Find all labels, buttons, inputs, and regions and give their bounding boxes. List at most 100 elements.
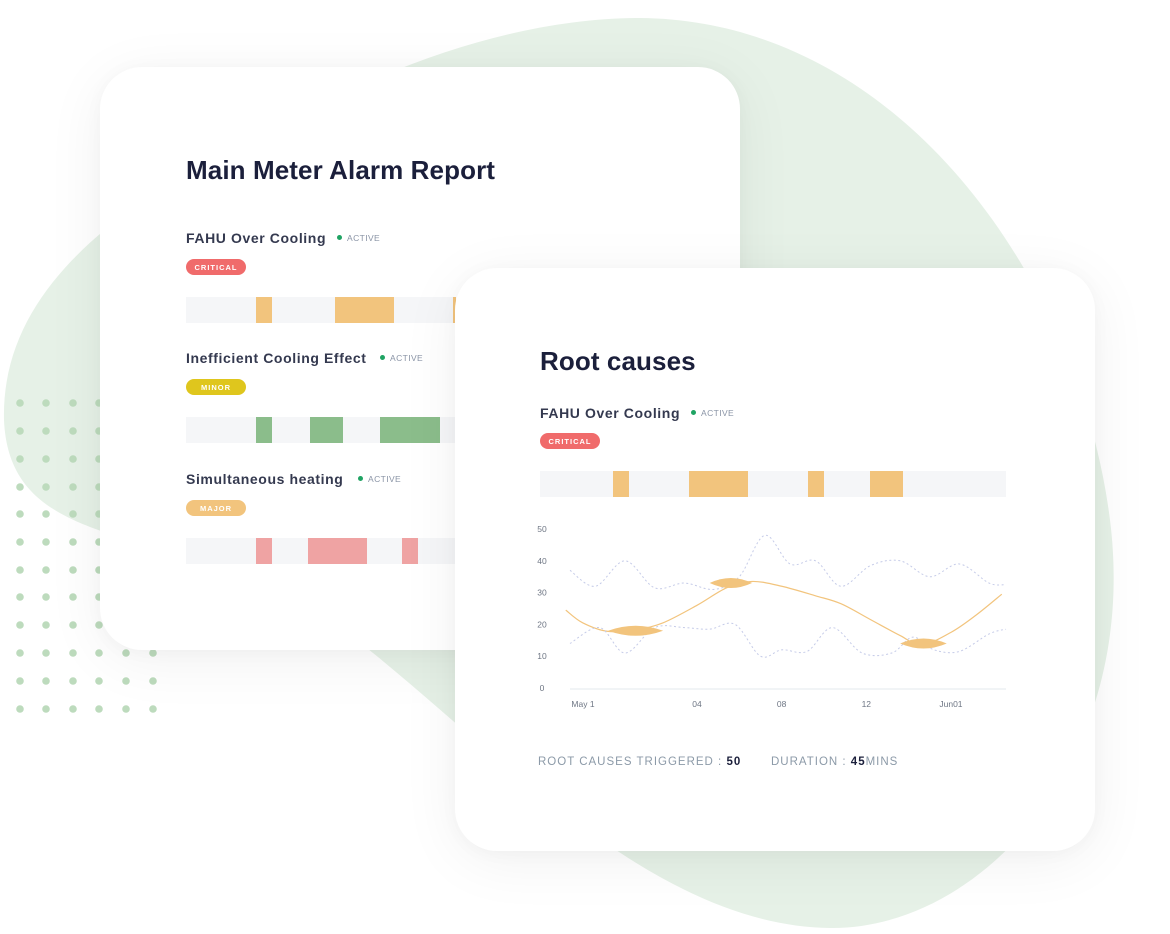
card-title: Root causes [540, 346, 696, 376]
alarm-name: FAHU Over Cooling [186, 230, 327, 246]
active-dot-icon [691, 410, 696, 415]
decorative-dot [69, 566, 77, 574]
root-causes-card: Root causes FAHU Over Cooling ACTIVE CRI… [455, 268, 1095, 851]
active-dot-icon [380, 355, 385, 360]
severity-badge: CRITICAL [540, 433, 600, 449]
anomaly-marker [608, 625, 664, 636]
decorative-dot [42, 677, 50, 685]
x-tick-label: 12 [862, 699, 872, 709]
severity-badge: MINOR [186, 379, 246, 395]
duration-label: DURATION : [771, 756, 851, 768]
status-label: ACTIVE [701, 408, 735, 418]
anomaly-marker [709, 578, 753, 589]
decorative-dot [16, 621, 24, 629]
decorative-dot [16, 399, 24, 407]
decorative-dot [42, 593, 50, 601]
decorative-dot [122, 677, 130, 685]
decorative-dot [69, 621, 77, 629]
decorative-dot [95, 677, 103, 685]
alarm-timeline[interactable] [186, 417, 456, 443]
y-tick-label: 10 [537, 651, 547, 661]
upper-bound-line [569, 534, 1007, 590]
decorative-dot [42, 399, 50, 407]
decorative-dot [16, 705, 24, 713]
decorative-dot [69, 538, 77, 546]
alarm-segment[interactable] [307, 538, 367, 564]
decorative-dot [122, 705, 130, 713]
decorative-dot [16, 427, 24, 435]
duration-stat: DURATION : 45MINS [771, 756, 898, 768]
status-indicator: ACTIVE [691, 408, 734, 418]
alarm-name: Simultaneous heating [186, 471, 344, 487]
decorative-dot [42, 621, 50, 629]
decorative-dot [95, 649, 103, 657]
decorative-dot [42, 510, 50, 518]
status-indicator: ACTIVE [337, 233, 380, 243]
decorative-dot [149, 677, 157, 685]
x-tick-label: 04 [692, 699, 702, 709]
decorative-dot [69, 649, 77, 657]
alarm-segment[interactable] [256, 417, 273, 443]
x-tick-label: Jun01 [939, 699, 962, 709]
decorative-dot [122, 649, 130, 657]
decorative-dot [69, 593, 77, 601]
duration-value: 45 [850, 756, 866, 768]
status-label: ACTIVE [390, 353, 424, 363]
severity-badge: CRITICAL [186, 259, 246, 275]
alarm-segment[interactable] [256, 538, 273, 564]
alarm-name: Inefficient Cooling Effect [186, 350, 367, 366]
duration-unit: MINS [865, 756, 899, 768]
alarm-timeline[interactable] [186, 297, 456, 323]
alarm-name: FAHU Over Cooling [540, 405, 681, 421]
decorative-dot [16, 566, 24, 574]
decorative-dot [42, 427, 50, 435]
root-cause-chart[interactable]: 0 10 20 30 40 50 May 1 04 08 12 Jun01 [530, 518, 1030, 728]
alarm-segment[interactable] [612, 471, 629, 497]
decorative-dot [69, 399, 77, 407]
alarm-segment[interactable] [808, 471, 825, 497]
status-label: ACTIVE [368, 474, 402, 484]
decorative-dot [16, 455, 24, 463]
alarm-segment[interactable] [256, 297, 273, 323]
decorative-dot [69, 677, 77, 685]
status-indicator: ACTIVE [358, 474, 401, 484]
decorative-dot [16, 510, 24, 518]
alarm-segment[interactable] [380, 417, 440, 443]
y-tick-label: 0 [540, 683, 545, 693]
active-dot-icon [358, 476, 363, 481]
decorative-dot [16, 593, 24, 601]
triggered-label: ROOT CAUSES TRIGGERED : [538, 756, 727, 768]
card-title: Main Meter Alarm Report [186, 155, 496, 185]
y-tick-label: 50 [537, 524, 547, 534]
decorative-dot [69, 455, 77, 463]
decorative-dot [69, 510, 77, 518]
alarm-segment[interactable] [869, 471, 904, 497]
decorative-dot [95, 705, 103, 713]
y-tick-label: 30 [537, 588, 547, 598]
alarm-segment[interactable] [689, 471, 748, 497]
alarm-timeline[interactable] [186, 538, 456, 564]
alarm-timeline[interactable] [540, 471, 1006, 497]
decorative-dot [16, 483, 24, 491]
decorative-dot [149, 705, 157, 713]
status-indicator: ACTIVE [380, 353, 423, 363]
alarm-segment[interactable] [402, 538, 419, 564]
decorative-dot [42, 649, 50, 657]
decorative-dot [16, 649, 24, 657]
decorative-dot [149, 649, 157, 657]
x-tick-label: May 1 [571, 699, 594, 709]
x-tick-label: 08 [777, 699, 787, 709]
active-dot-icon [337, 235, 342, 240]
decorative-dot [69, 483, 77, 491]
y-tick-label: 40 [537, 556, 547, 566]
status-label: ACTIVE [347, 233, 381, 243]
decorative-dot [42, 566, 50, 574]
root-causes-triggered: ROOT CAUSES TRIGGERED : 50 [538, 756, 741, 768]
alarm-segment[interactable] [310, 417, 343, 443]
decorative-dot [16, 677, 24, 685]
decorative-dot [16, 538, 24, 546]
severity-badge: MAJOR [186, 500, 246, 516]
triggered-value: 50 [726, 756, 742, 768]
alarm-segment[interactable] [334, 297, 394, 323]
decorative-dot [42, 455, 50, 463]
